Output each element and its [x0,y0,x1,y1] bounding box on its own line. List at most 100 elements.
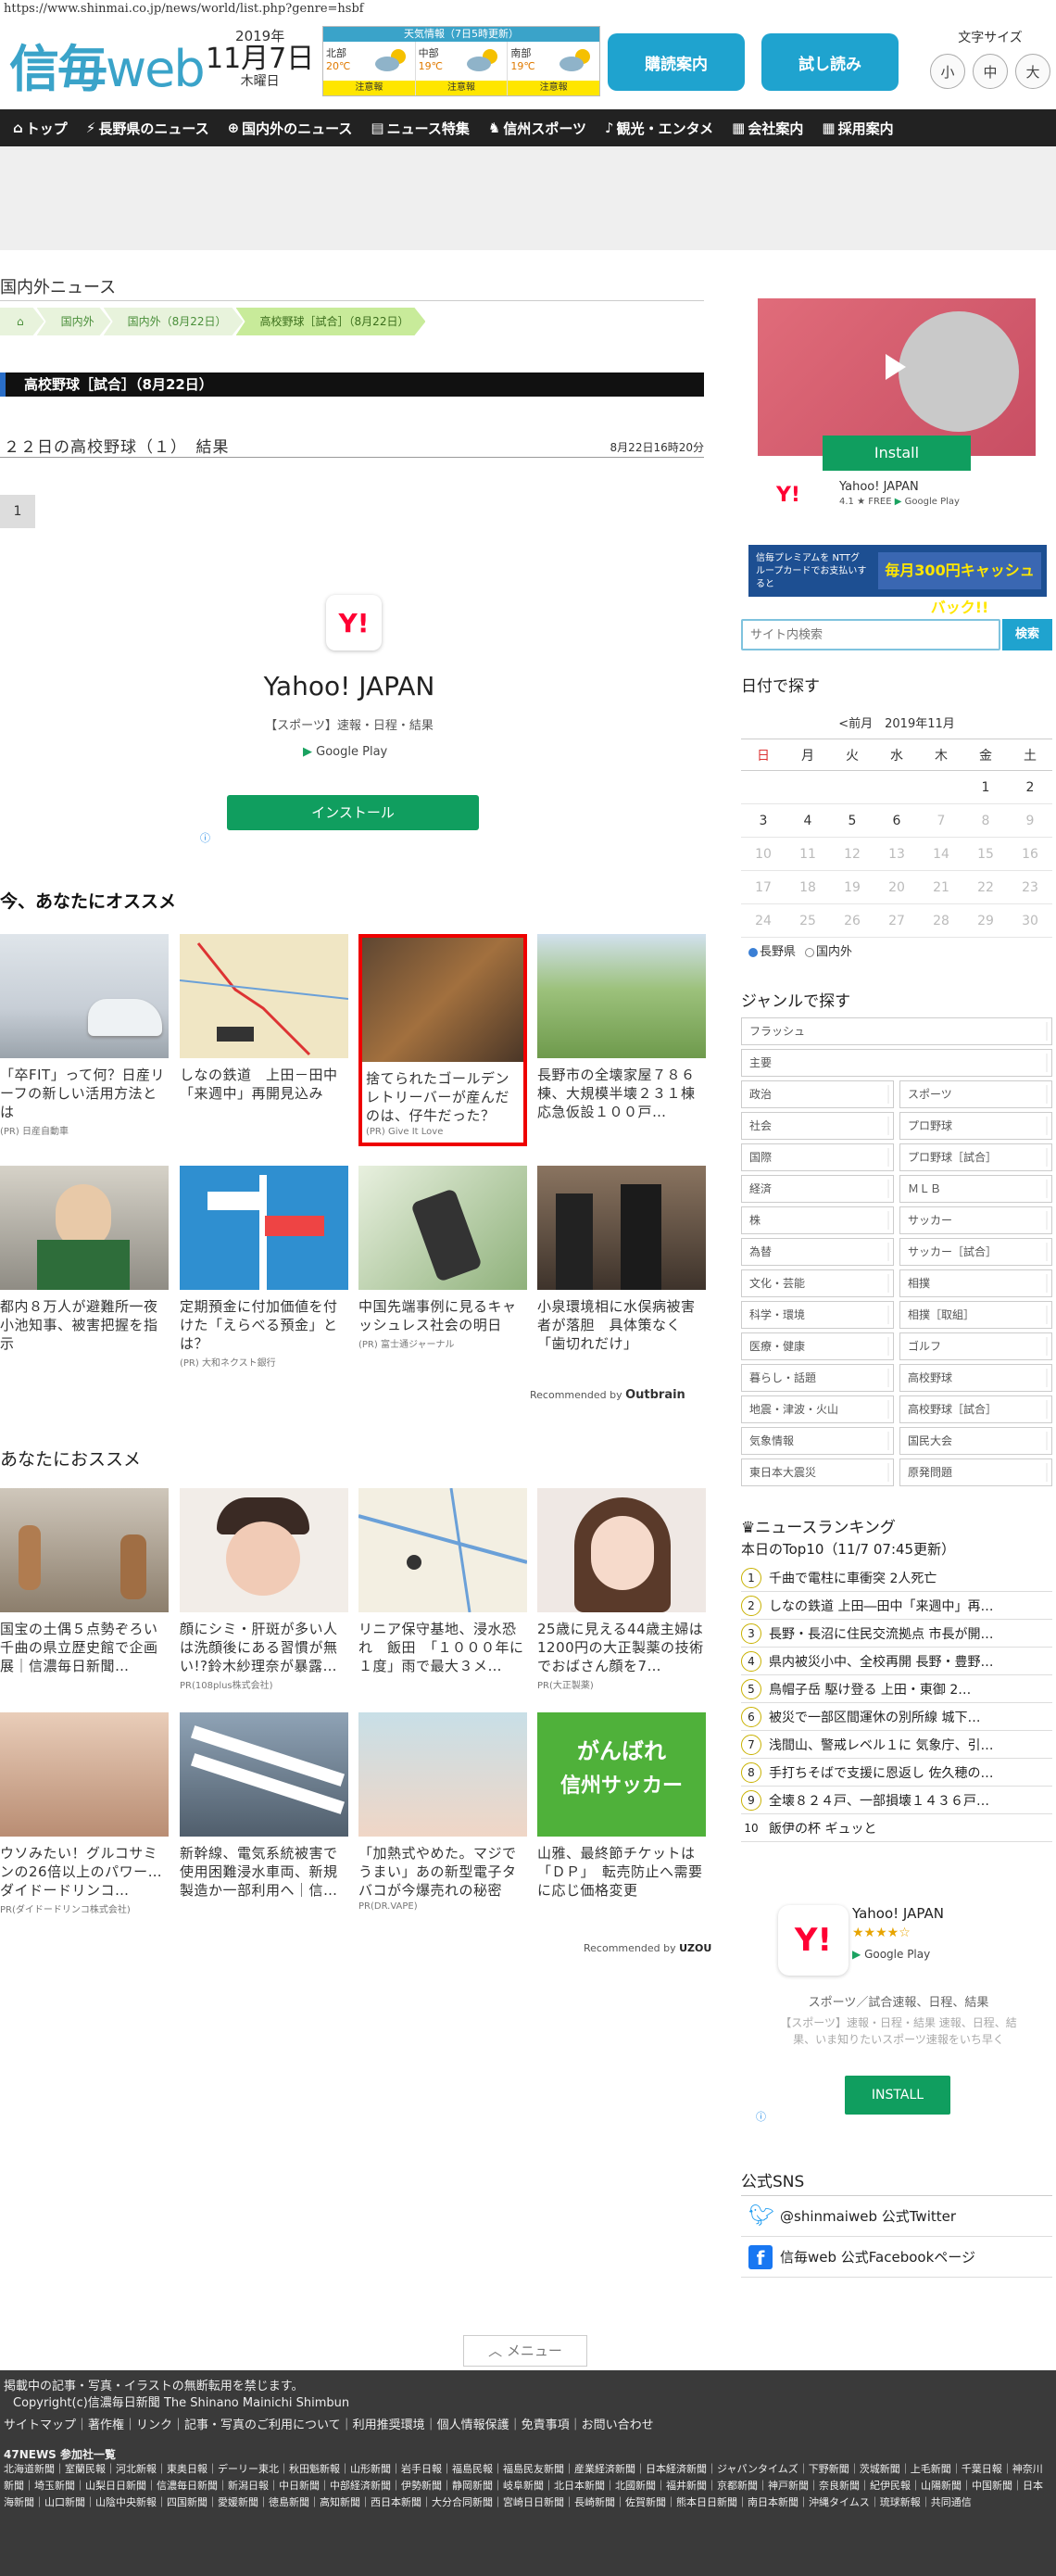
genre-button[interactable]: 高校野球 [899,1364,1052,1392]
nav-item-nagano[interactable]: ⚡ 長野県のニュース [77,119,219,138]
breadcrumb-item[interactable]: 国内外（8月22日） [104,308,244,335]
genre-button[interactable]: サッカー［試合］ [899,1238,1052,1266]
nav-item-top[interactable]: ⌂ トップ [4,119,77,138]
genre-button[interactable]: 相撲［取組］ [899,1301,1052,1329]
search-button[interactable]: 検索 [1002,619,1052,650]
genre-button[interactable]: ＭＬＢ [899,1175,1052,1203]
ranking-item[interactable]: 3 長野・長沼に住民交流拠点 市長が開… [741,1620,1052,1648]
calendar-day[interactable]: 6 [874,803,919,838]
genre-button[interactable]: 気象情報 [741,1427,894,1455]
radio-world[interactable]: 国内外 [805,941,852,959]
genre-button[interactable]: 原発問題 [899,1458,1052,1486]
nav-item-company[interactable]: ▦ 会社案内 [723,119,812,138]
recommend-card[interactable]: 都内８万人が避難所一夜 小池知事、被害把握を指示 [0,1166,172,1355]
footer-menu-button[interactable]: ︿ メニュー [463,2335,587,2367]
footer-network-list[interactable]: 北海道新聞｜室蘭民報｜河北新報｜東奥日報｜デーリー東北｜秋田魁新報｜山形新聞｜岩… [4,2461,1052,2511]
prev-month-link[interactable]: <前月 [838,717,873,731]
radio-nagano[interactable]: 長野県 [748,941,796,959]
ranking-item[interactable]: 4 県内被災小中、全校再開 長野・豊野… [741,1648,1052,1675]
nav-item-world[interactable]: ⊕ 国内外のニュース [219,119,362,138]
ranking-item[interactable]: 9 全壊８２４戸、一部損壊１４３６戸… [741,1787,1052,1814]
site-logo[interactable]: 信毎web [9,28,206,101]
ranking-item[interactable]: 1 千曲で電柱に車衝突 2人死亡 [741,1564,1052,1592]
ranking-item[interactable]: 8 手打ちそばで支援に恩返し 佐久穂の… [741,1759,1052,1787]
ad-install-button[interactable]: Install [823,436,971,471]
nav-item-sports[interactable]: ♞ 信州スポーツ [479,119,596,138]
font-size-small-button[interactable]: 小 [930,54,965,89]
recommend-card[interactable]: 長野市の全壊家屋７８６棟、大規模半壊２３１棟 応急仮設１００戸… [537,934,710,1123]
calendar-day[interactable]: 2 [1008,770,1052,804]
adchoices-icon[interactable]: ⓘ [756,2109,766,2124]
genre-button[interactable]: スポーツ [899,1080,1052,1108]
genre-button[interactable]: プロ野球［試合］ [899,1143,1052,1171]
genre-button[interactable]: 政治 [741,1080,894,1108]
genre-button[interactable]: 高校野球［試合］ [899,1395,1052,1423]
genre-button[interactable]: フラッシュ [741,1017,1052,1045]
genre-button[interactable]: 国際 [741,1143,894,1171]
font-size-large-button[interactable]: 大 [1015,54,1050,89]
genre-button[interactable]: 為替 [741,1238,894,1266]
ranking-item[interactable]: 7 浅間山、警戒レベル１に 気象庁、引… [741,1731,1052,1759]
genre-button[interactable]: 国民大会 [899,1427,1052,1455]
breadcrumb-item[interactable]: 国内外 [37,308,111,335]
video-app-ad[interactable]: Install Y! Yahoo! JAPAN 4.1 ★ FREE ▶ Goo… [758,298,1037,530]
ranking-item[interactable]: 5 鳥帽子岳 駆け登る 上田・東御 2… [741,1675,1052,1703]
twitter-link[interactable]: 🐦︎ @shinmaiweb 公式Twitter [741,2196,1052,2237]
ad-install-button[interactable]: INSTALL [845,2076,950,2115]
yahoo-app-ad-sidebar[interactable]: Y! Yahoo! JAPAN ★★★★☆ ▶ Google Play スポーツ… [760,1890,1037,2131]
genre-button[interactable]: 社会 [741,1112,894,1140]
article-headline-row[interactable]: ２２日の高校野球（１） 結果 8月22日16時20分 [0,434,704,458]
genre-button[interactable]: 地震・津波・火山 [741,1395,894,1423]
premium-banner[interactable]: 信毎プレミアムを NTTグループカードでお支払いすると 毎月300円キャッシュバ… [748,545,1047,616]
genre-button[interactable]: 暮らし・話題 [741,1364,894,1392]
footer-links[interactable]: サイトマップ｜著作権｜リンク｜記事・写真のご利用について｜利用推奨環境｜個人情報… [4,2415,654,2432]
subscribe-button[interactable]: 購読案内 [608,33,745,91]
yahoo-app-ad[interactable]: Y! Yahoo! JAPAN 【スポーツ】速報・日程・結果 ▶ Google … [196,587,502,847]
genre-button[interactable]: 主要 [741,1049,1052,1077]
ranking-item[interactable]: 10 飯伊の杯 ギュッと [741,1814,1052,1842]
calendar-day[interactable]: 4 [786,803,830,838]
recommend2-card[interactable]: リニア保守基地、浸水恐れ 飯田 「１０００年に１度」雨で最大３メ… [358,1488,527,1677]
genre-button[interactable]: 東日本大震災 [741,1458,894,1486]
nav-item-tourism[interactable]: ♪ 観光・エンタメ [596,119,723,138]
nav-item-feature[interactable]: ▤ ニュース特集 [361,119,478,138]
site-search-input[interactable] [741,619,1000,650]
nav-item-recruit[interactable]: ▦ 採用案内 [812,119,902,138]
recommend-card[interactable]: 「卒FIT」って何？日産リーフの新しい活用方法とは (PR) 日産自動車 [0,934,169,1137]
genre-button[interactable]: ゴルフ [899,1332,1052,1360]
recommend2-card[interactable]: 25歳に見える44歳主婦は1200円の大正製薬の技術でおばさん顔を7… PR(大… [537,1488,706,1691]
facebook-link[interactable]: f 信毎web 公式Facebookページ [741,2237,1052,2278]
recommend2-card[interactable]: 新幹線、電気系統被害で使用困難浸水車両、新規製造か一部利用へ｜信… [180,1712,348,1901]
uzou-attribution[interactable]: Recommended by UZOU [584,1942,711,1954]
recommend2-card[interactable]: 「加熱式やめた。マジでうまい」あの新型電子タバコが今爆売れの秘密 PR(DR.V… [358,1712,527,1912]
recommend-card-highlighted[interactable]: 捨てられたゴールデンレトリーバーが産んだのは、仔牛だった？ (PR) Give … [358,934,527,1146]
genre-button[interactable]: プロ野球 [899,1112,1052,1140]
genre-button[interactable]: 文化・芸能 [741,1269,894,1297]
breadcrumb-home[interactable]: ⌂ [0,308,44,335]
ranking-item[interactable]: 2 しなの鉄道 上田―田中「来週中」再… [741,1592,1052,1620]
adchoices-icon[interactable]: ⓘ [200,830,210,845]
weather-widget[interactable]: 天気情報（7日5時更新） 北部 20℃ 注意報 中部 19℃ 注意報 南部 19… [322,26,600,96]
calendar-day[interactable]: 3 [741,803,786,838]
calendar-day[interactable]: 5 [830,803,874,838]
page-number-button[interactable]: 1 [0,495,35,528]
article-headline[interactable]: ２２日の高校野球（１） 結果 [4,434,230,457]
ranking-item[interactable]: 6 被災で一部区間運休の別所線 城下… [741,1703,1052,1731]
ad-install-button[interactable]: インストール [227,795,479,830]
recommend-card[interactable]: 定期預金に付加価値を付けた「えらべる預金」とは？ (PR) 大和ネクスト銀行 [180,1166,348,1369]
genre-button[interactable]: 相撲 [899,1269,1052,1297]
recommend2-card[interactable]: がんばれ 信州サッカー 山雅、最終節チケットは「ＤＰ」 転売防止へ需要に応じ価格… [537,1712,706,1901]
calendar-day[interactable]: 1 [963,770,1008,804]
outbrain-attribution[interactable]: Recommended by Outbrain [530,1388,685,1402]
genre-button[interactable]: 医療・健康 [741,1332,894,1360]
recommend-card[interactable]: 小泉環境相に水俣病被害者が落胆 具体策なく「歯切れだけ」 [537,1166,706,1355]
recommend-card[interactable]: しなの鉄道 上田－田中「来週中」再開見込み [180,934,348,1105]
font-size-medium-button[interactable]: 中 [973,54,1008,89]
genre-button[interactable]: 株 [741,1206,894,1234]
genre-button[interactable]: 科学・環境 [741,1301,894,1329]
genre-button[interactable]: サッカー [899,1206,1052,1234]
trial-button[interactable]: 試し読み [761,33,899,91]
recommend-card[interactable]: 中国先端事例に見るキャッシュレス社会の明日 (PR) 富士通ジャーナル [358,1166,527,1350]
genre-button[interactable]: 経済 [741,1175,894,1203]
recommend2-card[interactable]: 国宝の土偶５点勢ぞろい 千曲の県立歴史館で企画展｜信濃毎日新聞… [0,1488,172,1677]
